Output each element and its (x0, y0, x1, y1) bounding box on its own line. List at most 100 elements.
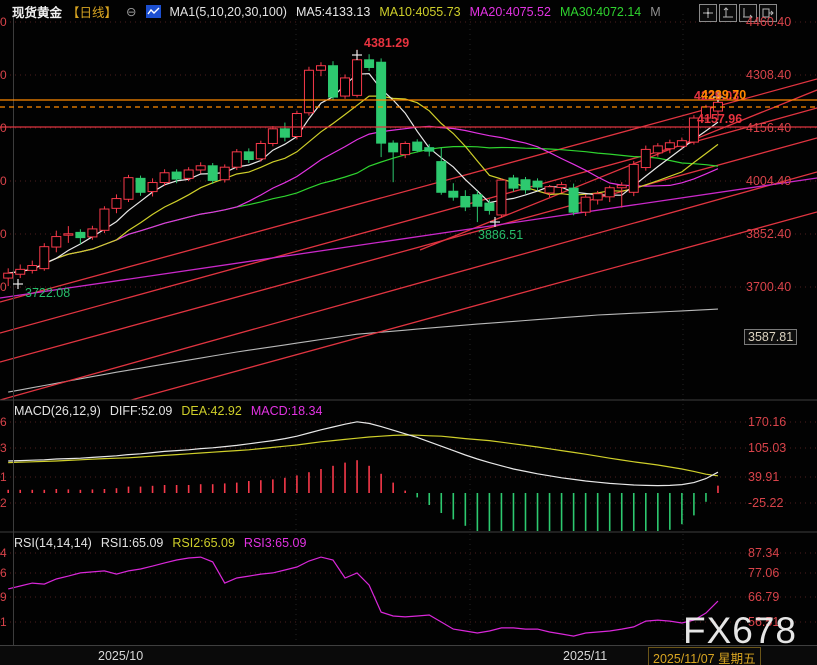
left-axis-stub: 0 (0, 174, 7, 188)
candle-up (593, 194, 602, 200)
candle-down (365, 60, 374, 68)
collapse-indicator-icon[interactable]: ⊖ (126, 4, 136, 19)
candle-down (413, 142, 422, 150)
candle-up (220, 167, 229, 180)
candle-up (88, 229, 97, 237)
annotation-high: 4381.29 (364, 36, 409, 50)
candle-up (4, 273, 13, 278)
ma-group-label[interactable]: MA1(5,10,20,30,100) (170, 5, 287, 19)
price-alert-tag[interactable]: 3587.81 (744, 329, 797, 345)
macd-dea-value: DEA:42.92 (181, 404, 241, 418)
rsi-tick: 87.34 (748, 546, 779, 560)
price-tick: 3852.40 (746, 227, 791, 241)
ma30-value: MA30:4072.14 (560, 5, 641, 19)
candle-up (112, 199, 121, 209)
candle-up (316, 66, 325, 71)
rsi-left-stub: 1 (0, 615, 7, 629)
diff-line (8, 422, 718, 486)
rsi1-value: RSI1:65.09 (101, 536, 164, 550)
candle-up (52, 237, 61, 247)
ma10-value: MA10:4055.73 (379, 5, 460, 19)
candle-up (497, 180, 506, 215)
candle-up (341, 78, 350, 96)
red-trendline (0, 172, 817, 400)
price-tag-orange: 4239.70 (701, 88, 746, 102)
date-label-nov: 2025/11 (563, 649, 607, 663)
candle-up (184, 170, 193, 178)
macd-tick: 39.91 (748, 470, 779, 484)
main-pane (0, 22, 817, 436)
ma100-line (8, 309, 718, 392)
macd-left-stub: 1 (0, 470, 7, 484)
candle-up (353, 60, 362, 96)
rsi-tick: 77.06 (748, 566, 779, 580)
candle-up (605, 188, 614, 197)
candle-down (389, 143, 398, 152)
price-tick: 4308.40 (746, 68, 791, 82)
left-axis-stub: 0 (0, 280, 7, 294)
red-trendline (0, 212, 817, 436)
candle-down (377, 62, 386, 143)
rsi3-value: RSI3:65.09 (244, 536, 307, 550)
chart-header: 现货黄金 【日线】 ⊖ MA1(5,10,20,30,100) MA5:4133… (12, 2, 661, 21)
red-trendline (0, 79, 817, 302)
macd-header: MACD(26,12,9) DIFF:52.09 DEA:42.92 MACD:… (14, 404, 322, 418)
candle-down (425, 148, 434, 151)
trading-chart-window: 现货黄金 【日线】 ⊖ MA1(5,10,20,30,100) MA5:4133… (0, 0, 817, 665)
candle-up (677, 141, 686, 147)
rsi-name[interactable]: RSI(14,14,14) (14, 536, 92, 550)
left-axis-stub: 0 (0, 227, 7, 241)
rsi2-value: RSI2:65.09 (172, 536, 235, 550)
menu-button[interactable]: M (650, 5, 660, 19)
candle-up (124, 178, 133, 200)
left-axis-stub: 0 (0, 68, 7, 82)
date-axis[interactable]: 2025/10 2025/11 2025/11/07 星期五 (0, 645, 817, 665)
candle-up (40, 247, 49, 269)
current-date-label: 2025/11/07 星期五 (648, 647, 761, 665)
rsi-tick: 66.79 (748, 590, 779, 604)
candle-down (136, 178, 145, 192)
candle-down (521, 180, 530, 190)
period-label[interactable]: 【日线】 (67, 2, 117, 21)
price-tick: 4156.40 (746, 121, 791, 135)
candle-down (569, 188, 578, 212)
macd-left-stub: 2 (0, 496, 7, 510)
candle-up (557, 185, 566, 188)
price-tick: 4004.40 (746, 174, 791, 188)
macd-tick: 105.03 (748, 441, 786, 455)
crosshair-icon[interactable] (699, 4, 717, 22)
price-tick: 3700.40 (746, 280, 791, 294)
rsi-header: RSI(14,14,14) RSI1:65.09 RSI2:65.09 RSI3… (14, 536, 306, 550)
macd-macd-value: MACD:18.34 (251, 404, 323, 418)
candle-down (449, 191, 458, 197)
candle-up (148, 183, 157, 192)
candle-down (437, 162, 446, 193)
macd-name[interactable]: MACD(26,12,9) (14, 404, 101, 418)
magenta-trendline (0, 178, 817, 298)
candle-up (617, 185, 626, 187)
candle-down (329, 66, 338, 97)
candle-down (208, 166, 217, 181)
candle-down (76, 232, 85, 237)
instrument-title: 现货黄金 (12, 2, 62, 21)
candle-up (581, 197, 590, 212)
macd-diff-value: DIFF:52.09 (110, 404, 173, 418)
red-trendline (0, 138, 817, 362)
candle-up (100, 209, 109, 230)
candle-up (16, 269, 25, 274)
candle-up (196, 166, 205, 170)
left-axis-stub: 0 (0, 121, 7, 135)
candle-up (545, 187, 554, 193)
macd-tick: -25.22 (748, 496, 783, 510)
candle-up (160, 173, 169, 183)
left-axis-stub: 0 (0, 15, 7, 29)
candle-up (653, 146, 662, 153)
red-trendline (420, 90, 817, 250)
candle-down (485, 203, 494, 210)
ma30-line (8, 147, 718, 274)
ma5-value: MA5:4133.13 (296, 5, 370, 19)
candle-down (473, 195, 482, 207)
y-axis-scale-icon[interactable] (719, 4, 737, 22)
macd-tick: 170.16 (748, 415, 786, 429)
candle-up (64, 234, 73, 235)
